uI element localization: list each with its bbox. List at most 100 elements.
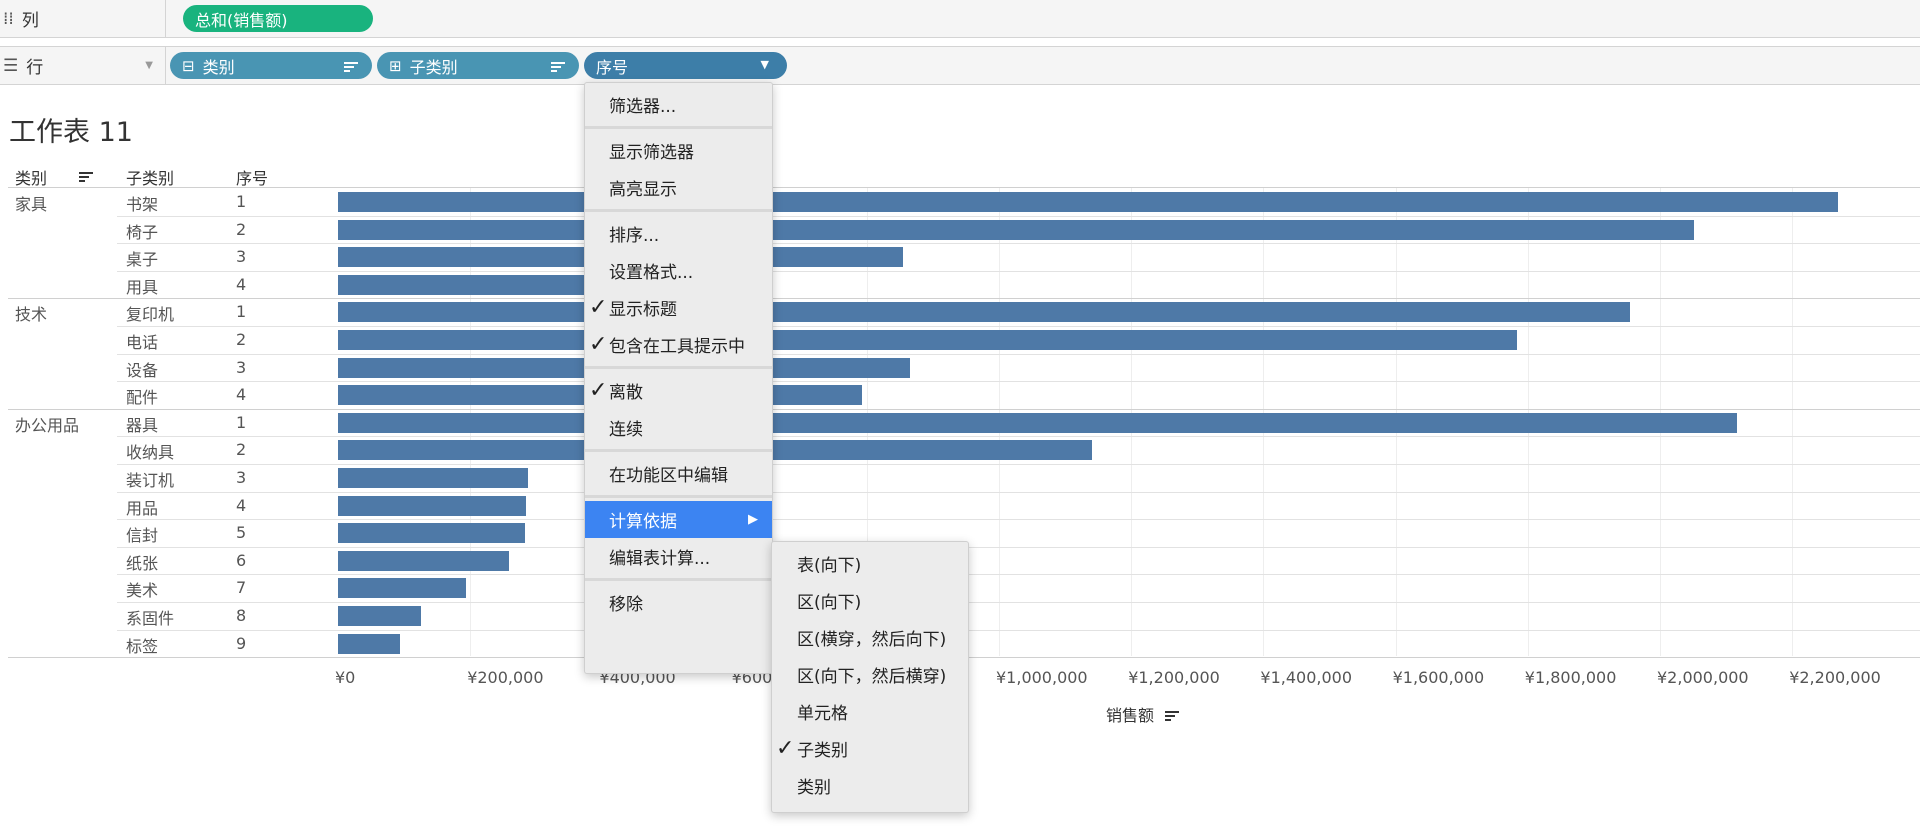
context-menu-item[interactable]: 在功能区中编辑 [585, 455, 772, 492]
x-tick-label: ¥200,000 [467, 668, 544, 687]
expand-icon[interactable]: ⊞ [389, 57, 402, 75]
bar[interactable] [338, 495, 526, 516]
bar[interactable] [338, 192, 1838, 212]
subcategory-cell[interactable]: 装订机 [126, 467, 174, 491]
subcategory-cell[interactable]: 美术 [126, 577, 158, 601]
index-cell[interactable]: 2 [236, 440, 246, 459]
context-menu-item[interactable]: 连续 [585, 409, 772, 446]
index-cell[interactable]: 7 [236, 578, 246, 597]
index-cell[interactable]: 9 [236, 634, 246, 653]
bar[interactable] [338, 633, 400, 654]
sort-icon[interactable] [344, 58, 358, 77]
context-menu-item[interactable]: 显示筛选器 [585, 132, 772, 169]
columns-label-text: 列 [21, 11, 39, 31]
bar[interactable] [338, 606, 421, 626]
index-cell[interactable]: 3 [236, 247, 246, 266]
chevron-down-icon[interactable]: ▼ [761, 58, 769, 71]
submenu-item[interactable]: 单元格 [772, 693, 968, 730]
subcategory-cell[interactable]: 纸张 [126, 550, 158, 574]
submenu-arrow-icon: ▶ [748, 512, 758, 527]
bar[interactable] [338, 550, 509, 571]
subcategory-cell[interactable]: 椅子 [126, 219, 158, 243]
pill-subcategory-label: 子类别 [409, 57, 458, 77]
index-cell[interactable]: 3 [236, 358, 246, 377]
subcategory-cell[interactable]: 用品 [126, 495, 158, 519]
bar[interactable] [338, 274, 596, 295]
submenu-item-label: 子类别 [797, 741, 848, 761]
context-menu-item[interactable]: 设置格式... [585, 252, 772, 289]
context-menu-item[interactable]: ✓ 离散 [585, 372, 772, 409]
subcategory-cell[interactable]: 配件 [126, 384, 158, 408]
collapse-icon[interactable]: ⊟ [182, 57, 195, 75]
index-cell[interactable]: 1 [236, 192, 246, 211]
columns-shelf: ⁞⁞ 列 总和(销售额) [0, 0, 1920, 38]
subcategory-cell[interactable]: 用具 [126, 274, 158, 298]
bar[interactable] [338, 578, 466, 599]
pill-index[interactable]: 序号 ▼ [584, 52, 787, 79]
subcategory-cell[interactable]: 电话 [126, 329, 158, 353]
index-cell[interactable]: 4 [236, 275, 246, 294]
header-subcategory[interactable]: 子类别 [126, 165, 174, 189]
bar[interactable] [338, 302, 1630, 323]
pill-subcategory[interactable]: ⊞ 子类别 [377, 52, 579, 79]
bar[interactable] [338, 523, 525, 544]
context-menu-item-label: 计算依据 [609, 512, 677, 532]
subcategory-cell[interactable]: 信封 [126, 522, 158, 546]
subcategory-cell[interactable]: 系固件 [126, 605, 174, 629]
submenu-item[interactable]: 区(横穿，然后向下) [772, 619, 968, 656]
submenu-item[interactable]: 类别 [772, 767, 968, 804]
category-cell[interactable]: 技术 [15, 301, 47, 325]
bar[interactable] [338, 468, 528, 488]
pill-sum-sales[interactable]: 总和(销售额) [183, 5, 373, 32]
context-menu-item[interactable]: 计算依据 ▶ [585, 501, 772, 538]
pill-category[interactable]: ⊟ 类别 [170, 52, 372, 79]
index-cell[interactable]: 5 [236, 523, 246, 542]
index-cell[interactable]: 4 [236, 496, 246, 515]
index-cell[interactable]: 1 [236, 413, 246, 432]
index-cell[interactable]: 8 [236, 606, 246, 625]
chevron-down-icon[interactable]: ▼ [145, 60, 153, 71]
bar[interactable] [338, 219, 1694, 240]
context-menu-item[interactable]: ✓ 显示标题 [585, 289, 772, 326]
bar[interactable] [338, 412, 1737, 433]
x-axis-title[interactable]: 销售额 [1106, 702, 1180, 726]
context-menu: 筛选器... 显示筛选器 高亮显示排序... 设置格式... ✓ 显示标题 ✓ 包含在工具提示… [584, 82, 773, 674]
context-menu-item-label: 显示标题 [609, 300, 677, 320]
submenu-item[interactable]: ✓ 子类别 [772, 730, 968, 767]
submenu-item-label: 类别 [797, 778, 831, 798]
context-menu-item[interactable]: 移除 [585, 584, 772, 621]
index-cell[interactable]: 6 [236, 551, 246, 570]
submenu-item[interactable]: 区(向下) [772, 582, 968, 619]
bar[interactable] [338, 330, 1517, 350]
index-cell[interactable]: 2 [236, 330, 246, 349]
submenu-item[interactable]: 表(向下) [772, 545, 968, 582]
pill-sum-sales-label: 总和(销售额) [195, 10, 288, 30]
subcategory-cell[interactable]: 收纳具 [126, 439, 174, 463]
index-cell[interactable]: 3 [236, 468, 246, 487]
subcategory-cell[interactable]: 标签 [126, 633, 158, 657]
subcategory-cell[interactable]: 器具 [126, 412, 158, 436]
subcategory-cell[interactable]: 桌子 [126, 246, 158, 270]
group-divider [8, 298, 1920, 300]
index-cell[interactable]: 4 [236, 385, 246, 404]
context-menu-item[interactable]: 编辑表计算... [585, 538, 772, 575]
sort-icon[interactable] [79, 168, 93, 187]
context-menu-item[interactable]: 排序... [585, 215, 772, 252]
header-index[interactable]: 序号 [236, 165, 268, 189]
category-cell[interactable]: 办公用品 [15, 412, 79, 436]
sort-icon[interactable] [551, 58, 565, 77]
subcategory-cell[interactable]: 复印机 [126, 301, 174, 325]
pill-category-label: 类别 [202, 57, 235, 77]
context-menu-item[interactable]: 筛选器... [585, 86, 772, 123]
x-tick-label: ¥1,600,000 [1392, 668, 1485, 687]
header-category[interactable]: 类别 [15, 165, 93, 189]
submenu-item[interactable]: 区(向下，然后横穿) [772, 656, 968, 693]
subcategory-cell[interactable]: 书架 [126, 191, 158, 215]
context-menu-item[interactable]: 高亮显示 [585, 169, 772, 206]
index-cell[interactable]: 2 [236, 220, 246, 239]
index-cell[interactable]: 1 [236, 302, 246, 321]
subcategory-cell[interactable]: 设备 [126, 357, 158, 381]
sort-icon[interactable] [1165, 707, 1180, 726]
context-menu-item[interactable]: ✓ 包含在工具提示中 [585, 326, 772, 363]
category-cell[interactable]: 家具 [15, 191, 47, 215]
